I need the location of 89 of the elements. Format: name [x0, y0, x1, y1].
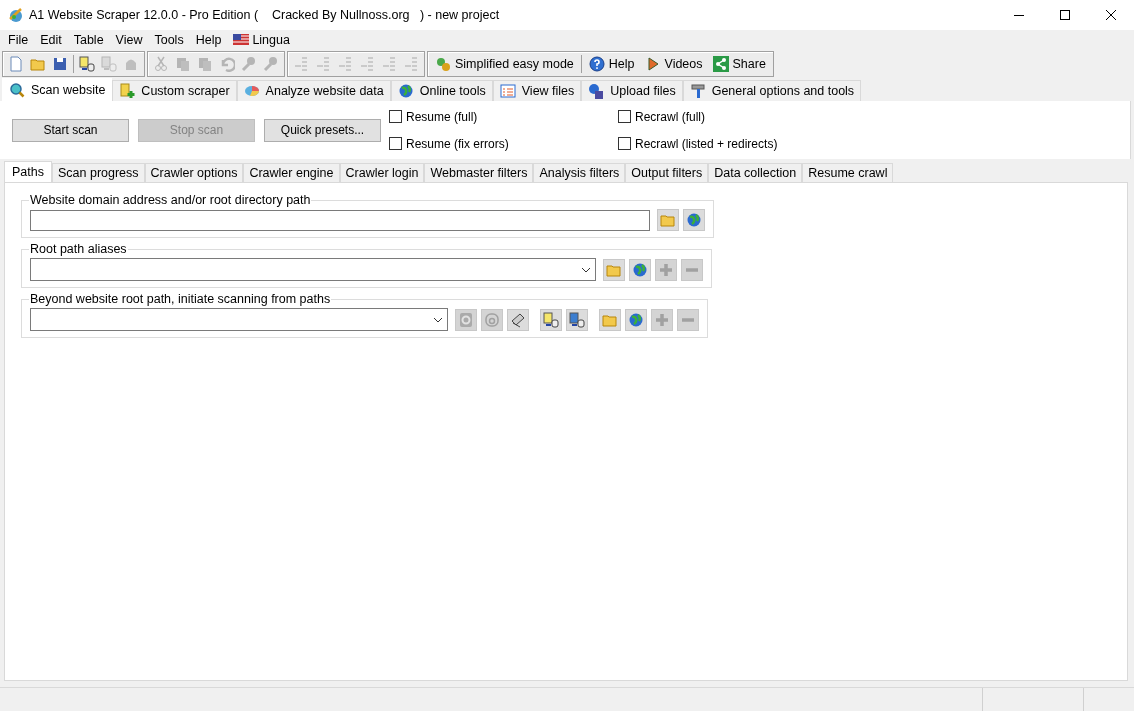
- tab[interactable]: Webmaster filters: [424, 163, 534, 182]
- plus-icon: [658, 261, 674, 278]
- globe-icon: [632, 261, 648, 278]
- path-input-field[interactable]: [30, 209, 650, 231]
- list-icon: [337, 56, 353, 72]
- list-window-icon: [499, 83, 516, 99]
- tab[interactable]: Crawler login: [339, 163, 425, 182]
- list-icon: [293, 56, 309, 72]
- tab[interactable]: Resume crawl: [802, 163, 894, 182]
- globe-icon: [397, 83, 414, 99]
- icon-button[interactable]: [629, 258, 651, 281]
- icon-button[interactable]: [566, 308, 588, 331]
- flag-icon: [233, 34, 250, 45]
- list-icon: [359, 56, 375, 72]
- key-icon: [241, 56, 257, 72]
- list-icon: [315, 56, 331, 72]
- option-checkbox[interactable]: Resume (full): [389, 103, 618, 130]
- plus-icon: [654, 311, 670, 328]
- document-database-icon: [79, 56, 95, 72]
- tab[interactable]: Scan website: [2, 78, 113, 101]
- pages-icon: [197, 56, 213, 72]
- toolbar-button[interactable]: Help: [583, 53, 640, 75]
- app-logo-icon: [8, 7, 24, 23]
- icon-button[interactable]: [625, 308, 647, 331]
- tab[interactable]: Custom scraper: [112, 80, 237, 101]
- pages-icon: [175, 56, 191, 72]
- minus-icon: [681, 317, 695, 322]
- tab[interactable]: Analysis filters: [533, 163, 626, 182]
- menu-item[interactable]: Edit: [34, 30, 68, 49]
- chevron-down-icon: [581, 266, 591, 273]
- tab[interactable]: Scan progress: [51, 163, 145, 182]
- option-checkbox[interactable]: Recrawl (listed + redirects): [618, 130, 778, 157]
- globe-icon: [628, 311, 644, 328]
- globe-database-icon: [569, 311, 585, 328]
- minimize-icon: [1014, 14, 1024, 16]
- maximize-icon: [1060, 10, 1070, 20]
- search-icon: [9, 82, 25, 98]
- tab[interactable]: Paths: [4, 161, 52, 182]
- tab[interactable]: Crawler engine: [243, 163, 340, 182]
- group-label: Beyond website root path, initiate scanning from paths: [29, 292, 332, 306]
- folder-icon: [30, 56, 46, 72]
- option-checkbox[interactable]: Resume (fix errors): [389, 130, 618, 157]
- globe-icon: [686, 212, 702, 228]
- toolbar-button[interactable]: Share: [707, 53, 771, 75]
- path-dropdown[interactable]: [30, 258, 596, 281]
- group-label: Root path aliases: [29, 242, 128, 256]
- option-checkbox[interactable]: Recrawl (full): [618, 103, 778, 130]
- key-icon: [263, 56, 279, 72]
- tab[interactable]: Online tools: [390, 80, 493, 101]
- tab[interactable]: Analyze website data: [236, 80, 391, 101]
- minus-icon: [685, 267, 699, 272]
- icon-button[interactable]: [683, 209, 705, 231]
- tab[interactable]: Output filters: [625, 163, 709, 182]
- pie-chart-icon: [243, 83, 260, 99]
- list-icon: [403, 56, 419, 72]
- window-title: A1 Website Scraper 12.0.0 - Pro Edition ( Cracked By Nullnoss.org ) - new project: [29, 8, 500, 22]
- menu-item[interactable]: File: [2, 30, 35, 49]
- list-icon: [381, 56, 397, 72]
- tab[interactable]: General options and tools: [682, 80, 862, 101]
- menu-item[interactable]: View: [109, 30, 149, 49]
- scraper-icon: [119, 83, 136, 99]
- menu-item[interactable]: Help: [189, 30, 228, 49]
- chevron-down-icon: [433, 316, 443, 323]
- tab[interactable]: View files: [492, 80, 582, 101]
- tab[interactable]: Upload files: [581, 80, 683, 101]
- toolbar-button[interactable]: Simplified easy mode: [430, 53, 579, 75]
- scan-button[interactable]: Quick presets...: [264, 118, 381, 142]
- document-database-icon: [543, 311, 559, 328]
- tab[interactable]: Crawler options: [144, 163, 244, 182]
- document-icon: [8, 56, 24, 72]
- document-database-icon: [101, 56, 117, 72]
- share-icon: [712, 56, 729, 72]
- toolbar-button[interactable]: Videos: [639, 53, 708, 75]
- icon-button[interactable]: [507, 308, 529, 331]
- tab[interactable]: Data collection: [708, 163, 803, 182]
- folder-icon: [660, 212, 676, 228]
- hammer-icon: [689, 83, 706, 99]
- icon-button[interactable]: [540, 308, 562, 331]
- close-icon: [1106, 10, 1116, 20]
- help-icon: [588, 56, 605, 72]
- menu-item[interactable]: Lingua: [227, 30, 296, 49]
- group-label: Website domain address and/or root directory path: [29, 193, 312, 207]
- scan-button[interactable]: Start scan: [12, 118, 129, 142]
- menu-item[interactable]: Tools: [148, 30, 190, 49]
- path-dropdown[interactable]: [30, 308, 448, 331]
- menu-item[interactable]: Table: [67, 30, 110, 49]
- scissors-icon: [153, 56, 169, 72]
- toolbar-button[interactable]: [76, 53, 98, 75]
- undo-icon: [219, 56, 235, 72]
